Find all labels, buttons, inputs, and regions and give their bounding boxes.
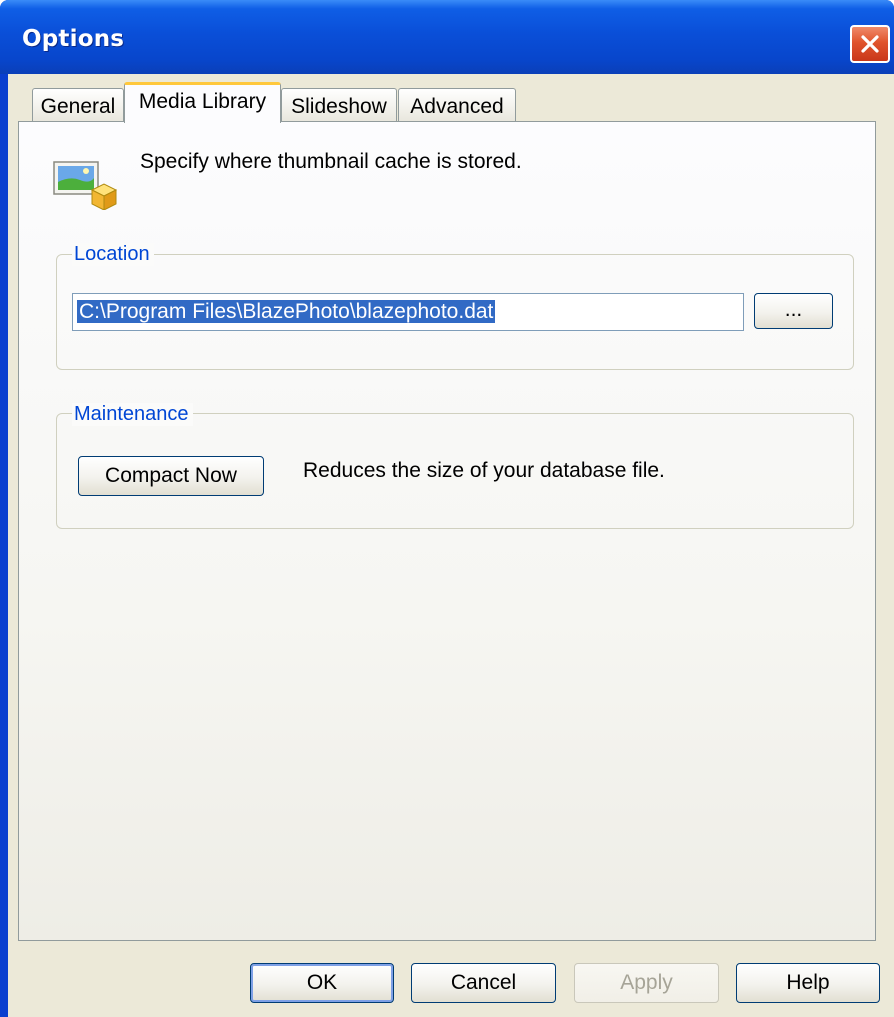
tab-label: Media Library: [138, 90, 267, 113]
help-button-label: Help: [786, 971, 830, 994]
browse-button[interactable]: ...: [754, 293, 833, 329]
apply-button-label: Apply: [620, 971, 673, 994]
close-button[interactable]: [850, 25, 890, 63]
tab-label: General: [40, 95, 116, 118]
media-library-icon: [46, 150, 126, 211]
compact-now-button[interactable]: Compact Now: [78, 456, 264, 496]
window-title: Options: [22, 26, 125, 52]
tab-label: Advanced: [410, 95, 504, 118]
cache-path-input[interactable]: C:\Program Files\BlazePhoto\blazephoto.d…: [72, 293, 744, 331]
location-group-label: Location: [72, 243, 154, 266]
tab-advanced[interactable]: Advanced: [398, 88, 516, 122]
compact-now-label: Compact Now: [105, 464, 237, 487]
close-icon: [859, 33, 881, 55]
title-bar[interactable]: Options: [0, 0, 894, 74]
compact-description: Reduces the size of your database file.: [303, 459, 665, 482]
tab-label: Slideshow: [291, 95, 387, 118]
cancel-button-label: Cancel: [450, 971, 517, 994]
tab-media-library[interactable]: Media Library: [124, 82, 281, 123]
browse-button-label: ...: [784, 298, 803, 321]
cache-path-value: C:\Program Files\BlazePhoto\blazephoto.d…: [77, 300, 496, 323]
header-description: Specify where thumbnail cache is stored.: [140, 150, 522, 173]
ok-button-label: OK: [306, 971, 338, 994]
cancel-button[interactable]: Cancel: [411, 963, 556, 1003]
help-button[interactable]: Help: [736, 963, 880, 1003]
ok-button[interactable]: OK: [250, 963, 394, 1003]
tab-general[interactable]: General: [32, 88, 124, 122]
tab-slideshow[interactable]: Slideshow: [281, 88, 397, 122]
maintenance-group-label: Maintenance: [72, 403, 193, 426]
apply-button[interactable]: Apply: [574, 963, 719, 1003]
